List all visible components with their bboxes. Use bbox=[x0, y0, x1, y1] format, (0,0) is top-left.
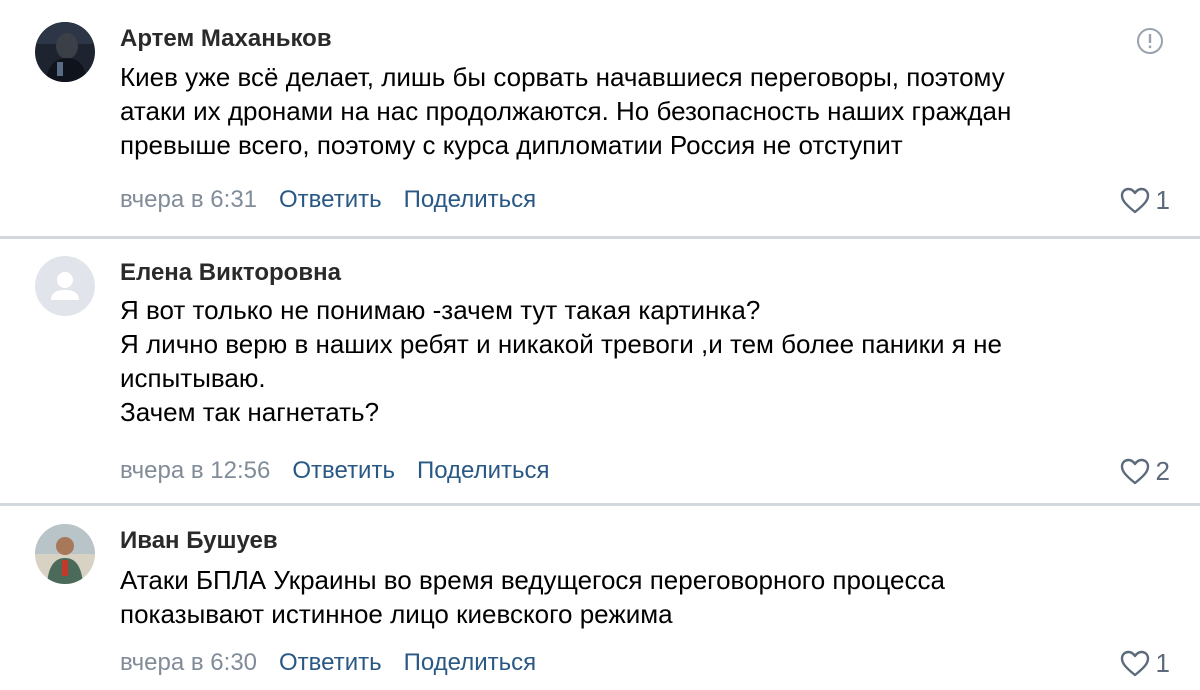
comment-meta: вчера в 6:30 Ответить Поделиться bbox=[120, 649, 536, 677]
avatar[interactable] bbox=[35, 256, 95, 316]
avatar[interactable] bbox=[35, 524, 95, 584]
comment-text-line: Зачем так нагнетать? bbox=[120, 397, 380, 427]
default-avatar-icon bbox=[35, 256, 95, 316]
comment: Артем Маханьков Киев уже всё делает, лиш… bbox=[0, 0, 1200, 236]
report-icon[interactable] bbox=[1136, 27, 1164, 55]
comment-text: Киев уже всё делает, лишь бы сорвать нач… bbox=[120, 60, 1160, 162]
avatar[interactable] bbox=[35, 22, 95, 82]
heart-icon bbox=[1120, 650, 1149, 677]
comment-text-line: Киев уже всё делает, лишь бы сорвать нач… bbox=[120, 62, 1005, 92]
comment-text-line: Я лично верю в наших ребят и никакой тре… bbox=[120, 329, 1002, 359]
author-name[interactable]: Иван Бушуев bbox=[120, 527, 278, 555]
comment-text-line: превыше всего, поэтому с курса дипломати… bbox=[120, 130, 903, 160]
author-name[interactable]: Артем Маханьков bbox=[120, 25, 332, 53]
user-photo-icon bbox=[35, 22, 95, 82]
author-name[interactable]: Елена Викторовна bbox=[120, 259, 341, 287]
comment: Иван Бушуев Атаки БПЛА Украины во время … bbox=[0, 506, 1200, 690]
share-button[interactable]: Поделиться bbox=[404, 186, 537, 213]
like-count: 2 bbox=[1155, 456, 1170, 486]
share-button[interactable]: Поделиться bbox=[417, 457, 550, 484]
comment-text-line: Я вот только не понимаю -зачем тут такая… bbox=[120, 295, 761, 325]
comment-text: Атаки БПЛА Украины во время ведущегося п… bbox=[120, 563, 1160, 631]
comment-text-line: атаки их дронами на нас продолжаются. Но… bbox=[120, 96, 1012, 126]
comment-text-line: показывают истинное лицо киевского режим… bbox=[120, 599, 673, 629]
heart-icon bbox=[1120, 187, 1149, 214]
comment-text: Я вот только не понимаю -зачем тут такая… bbox=[120, 293, 1160, 429]
timestamp[interactable]: вчера в 12:56 bbox=[120, 457, 270, 484]
like-count: 1 bbox=[1155, 185, 1170, 215]
like-count: 1 bbox=[1155, 648, 1170, 678]
reply-button[interactable]: Ответить bbox=[292, 457, 395, 484]
heart-icon bbox=[1120, 458, 1149, 485]
comment-meta: вчера в 12:56 Ответить Поделиться bbox=[120, 457, 550, 485]
like-button[interactable]: 2 bbox=[1120, 456, 1170, 487]
timestamp[interactable]: вчера в 6:30 bbox=[120, 649, 257, 676]
share-button[interactable]: Поделиться bbox=[404, 649, 537, 676]
comment-text-line: Атаки БПЛА Украины во время ведущегося п… bbox=[120, 565, 945, 595]
user-photo-icon bbox=[35, 524, 95, 584]
comment-text-line: испытываю. bbox=[120, 363, 266, 393]
comment-meta: вчера в 6:31 Ответить Поделиться bbox=[120, 186, 536, 214]
like-button[interactable]: 1 bbox=[1120, 185, 1170, 216]
like-button[interactable]: 1 bbox=[1120, 648, 1170, 679]
reply-button[interactable]: Ответить bbox=[279, 186, 382, 213]
comment: Елена Викторовна Я вот только не понимаю… bbox=[0, 239, 1200, 503]
reply-button[interactable]: Ответить bbox=[279, 649, 382, 676]
timestamp[interactable]: вчера в 6:31 bbox=[120, 186, 257, 213]
